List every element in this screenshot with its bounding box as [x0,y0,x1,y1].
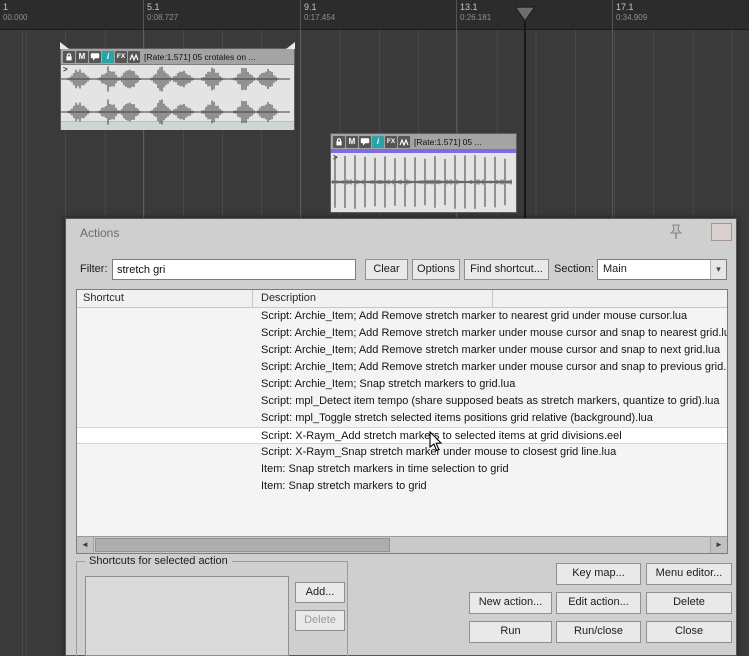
shortcuts-groupbox: Shortcuts for selected action Add... Del… [76,561,348,656]
menu-editor-button[interactable]: Menu editor... [646,563,732,585]
close-button[interactable]: Close [646,621,732,643]
ruler-time: 0:26.181 [460,13,491,22]
delete-shortcut-button: Delete [295,610,345,631]
notes-icon[interactable] [359,136,371,148]
horizontal-scrollbar[interactable]: ◄ ► [77,536,727,553]
actions-titlebar[interactable]: Actions [66,219,736,246]
action-row[interactable]: Script: Archie_Item; Snap stretch marker… [77,376,727,393]
key-map-button[interactable]: Key map... [556,563,641,585]
section-value: Main [603,263,627,275]
timeline-ruler[interactable]: 1 00.000 5.1 0:08.727 9.1 0:17.454 13.1 … [0,0,749,30]
section-label: Section: [554,263,594,275]
window-title: Actions [80,226,119,240]
action-row[interactable]: Item: Snap stretch markers in time selec… [77,461,727,478]
item-label: [Rate:1.571] 05 crotales on ... [144,52,256,62]
close-icon[interactable] [711,223,732,241]
action-row[interactable]: Script: X-Raym_Snap stretch marker under… [77,444,727,461]
shortcuts-group-label: Shortcuts for selected action [85,555,232,567]
ruler-time: 00.000 [3,13,27,22]
item-header: M i FX [Rate:1.571] 05 ... [331,134,516,150]
action-row-selected[interactable]: Script: X-Raym_Add stretch markers to se… [77,427,727,444]
clear-button[interactable]: Clear [365,259,408,280]
new-action-button[interactable]: New action... [469,592,552,614]
mute-icon[interactable]: M [346,136,358,148]
channel-indicator: > [63,65,68,74]
waveform-left [61,65,290,93]
stretch-icon[interactable] [398,136,410,148]
waveform [331,153,512,211]
ruler-mark: 9.1 0:17.454 [300,0,335,30]
actions-window: Actions Filter: Clear Options Find short… [65,218,737,656]
column-divider[interactable] [492,290,493,307]
ruler-beat: 13.1 [460,2,491,12]
fx-icon[interactable]: FX [385,136,397,148]
ruler-mark: 17.1 0:34.909 [612,0,647,30]
chevron-down-icon: ▾ [710,260,726,279]
edit-cursor-line [524,20,526,218]
item-label: [Rate:1.571] 05 ... [414,137,482,147]
delete-action-button[interactable]: Delete [646,592,732,614]
filter-input[interactable] [112,259,356,280]
action-list: Shortcut Description Script: Archie_Item… [76,289,728,554]
ruler-mark: 5.1 0:08.727 [143,0,178,30]
ruler-mark: 13.1 0:26.181 [456,0,491,30]
scroll-right-icon[interactable]: ► [710,537,727,553]
column-description[interactable]: Description [261,292,316,304]
edit-action-button[interactable]: Edit action... [556,592,641,614]
media-item-1[interactable]: M i FX [Rate:1.571] 05 crotales on ... > [60,48,295,130]
lock-icon[interactable] [333,136,345,148]
waveform-right [61,98,290,126]
action-row[interactable]: Script: mpl_Toggle stretch selected item… [77,410,727,427]
stretch-icon[interactable] [128,51,140,63]
fade-in-handle[interactable] [60,42,69,49]
action-row[interactable]: Script: Archie_Item; Add Remove stretch … [77,342,727,359]
ruler-time: 0:08.727 [147,13,178,22]
mouse-cursor [428,431,444,453]
scrollbar-thumb[interactable] [95,538,390,552]
lock-icon[interactable] [63,51,75,63]
action-row[interactable]: Script: mpl_Detect item tempo (share sup… [77,393,727,410]
column-shortcut[interactable]: Shortcut [83,292,124,304]
playhead-marker[interactable] [514,6,536,23]
options-button[interactable]: Options [412,259,460,280]
media-item-2[interactable]: M i FX [Rate:1.571] 05 ... > [330,133,517,213]
shortcuts-listbox[interactable] [85,576,289,656]
ruler-beat: 5.1 [147,2,178,12]
action-row[interactable]: Script: Archie_Item; Add Remove stretch … [77,308,727,325]
action-row[interactable]: Script: Archie_Item; Add Remove stretch … [77,359,727,376]
list-header: Shortcut Description [77,290,727,308]
filter-label: Filter: [80,263,108,275]
run-close-button[interactable]: Run/close [556,621,641,643]
notes-icon[interactable] [89,51,101,63]
info-icon[interactable]: i [372,136,384,148]
action-row[interactable]: Script: Archie_Item; Add Remove stretch … [77,325,727,342]
info-icon[interactable]: i [102,51,114,63]
ruler-beat: 17.1 [616,2,647,12]
column-divider[interactable] [252,290,253,307]
pin-icon[interactable] [668,224,683,240]
add-shortcut-button[interactable]: Add... [295,582,345,603]
mute-icon[interactable]: M [76,51,88,63]
ruler-beat: 1 [3,2,27,12]
channel-indicator: > [333,153,338,162]
ruler-time: 0:34.909 [616,13,647,22]
action-row[interactable]: Item: Snap stretch markers to grid [77,478,727,495]
fx-icon[interactable]: FX [115,51,127,63]
list-rows: Script: Archie_Item; Add Remove stretch … [77,308,727,495]
ruler-time: 0:17.454 [304,13,335,22]
ruler-beat: 9.1 [304,2,335,12]
scroll-left-icon[interactable]: ◄ [77,537,94,553]
item-header: M i FX [Rate:1.571] 05 crotales on ... [61,49,294,65]
section-select[interactable]: Main ▾ [597,259,727,280]
ruler-mark: 1 00.000 [0,0,27,30]
run-button[interactable]: Run [469,621,552,643]
fade-out-handle[interactable] [286,42,295,49]
item-waveform-area: > [61,65,294,121]
find-shortcut-button[interactable]: Find shortcut... [464,259,549,280]
item-waveform-area: > [331,153,516,212]
